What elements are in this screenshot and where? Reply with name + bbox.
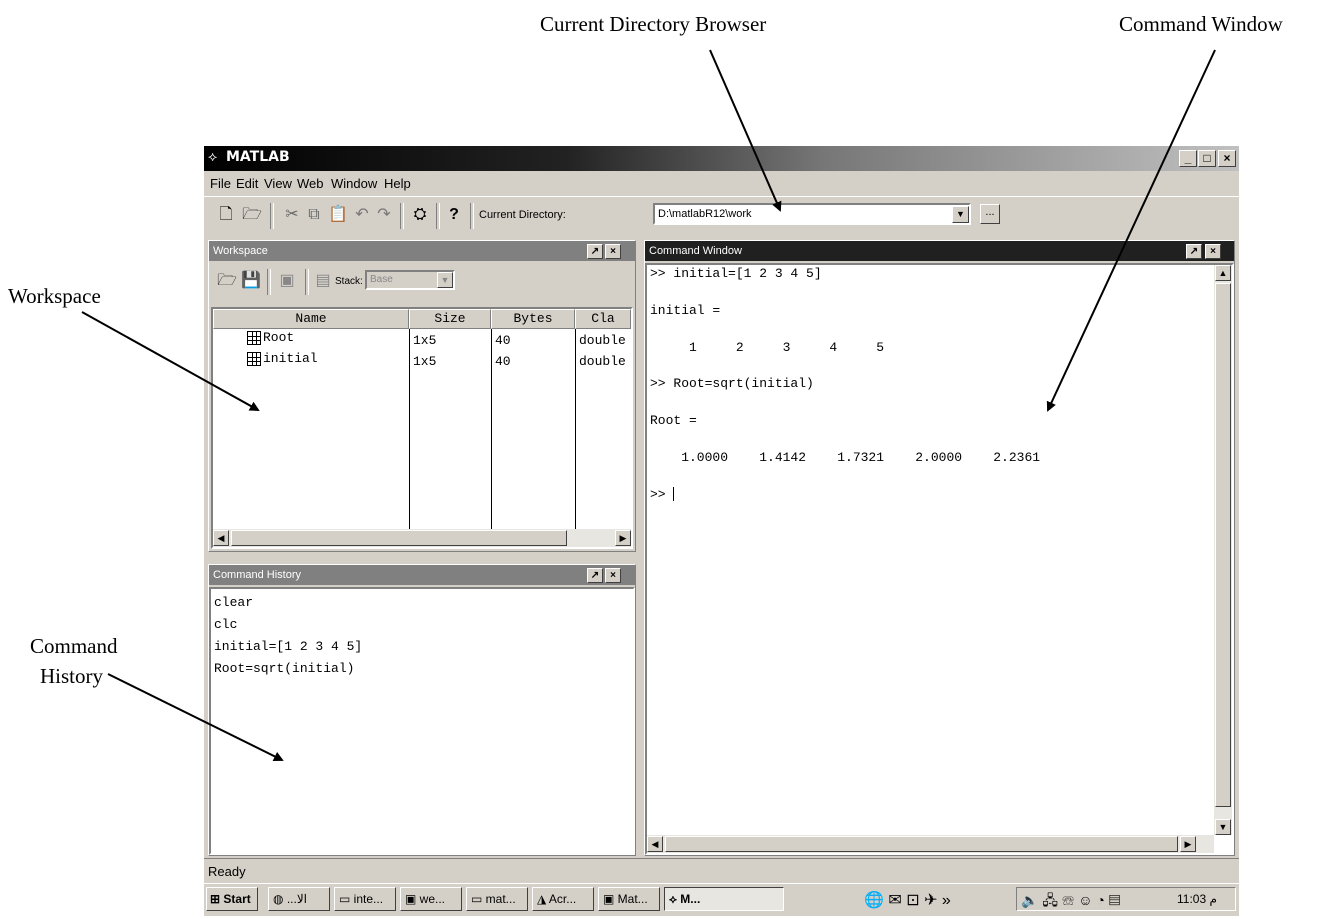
arrow-workspace [81,311,260,411]
arrow-current-directory [709,49,782,212]
annotation-arrows [81,49,1216,761]
arrow-command-window [1046,49,1216,412]
arrow-command-history [107,673,284,761]
